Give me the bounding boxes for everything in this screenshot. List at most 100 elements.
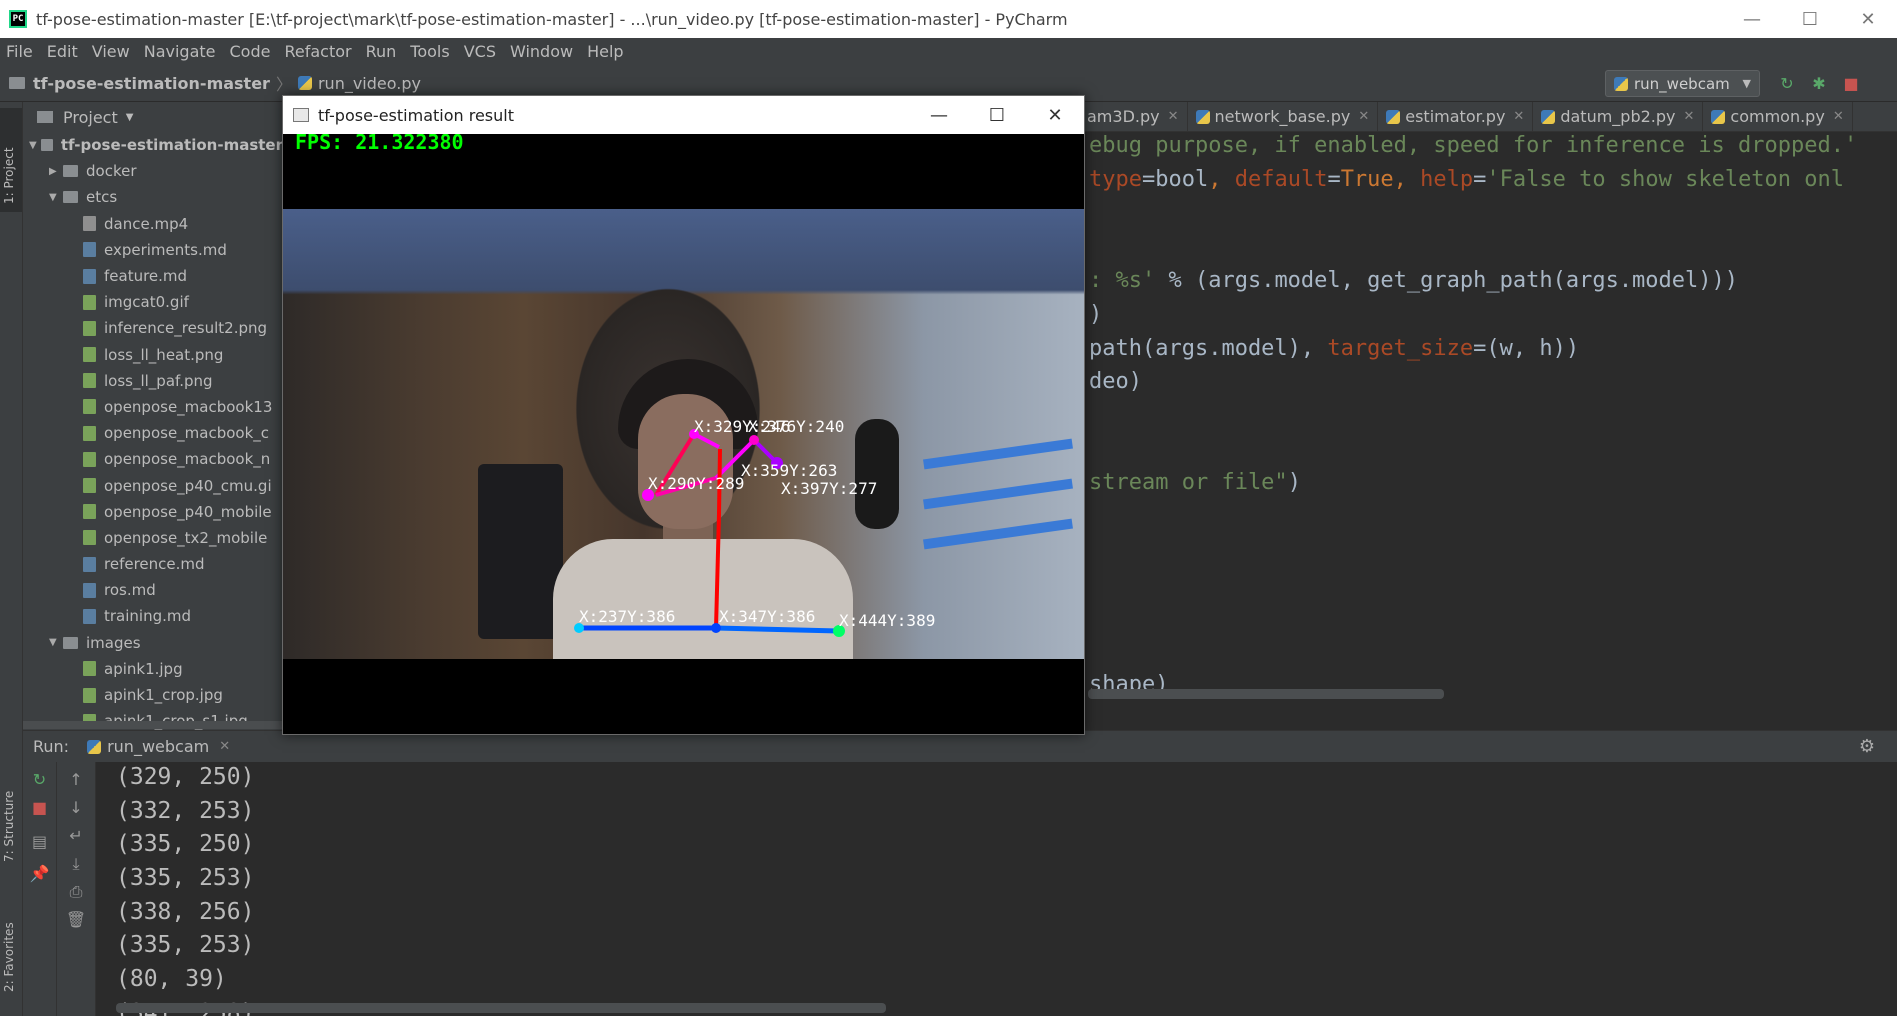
project-scrollbar[interactable] <box>23 721 283 729</box>
stop-icon[interactable]: ■ <box>23 798 56 817</box>
project-panel-header[interactable]: Project ▼ <box>23 102 283 132</box>
close-button[interactable]: ✕ <box>1026 96 1084 134</box>
tree-file[interactable]: dance.mp4 <box>23 211 283 237</box>
gear-icon[interactable]: ⚙ <box>1859 736 1875 757</box>
run-config-dropdown[interactable]: run_webcam ▼ <box>1605 70 1760 97</box>
stop-icon[interactable]: ■ <box>1841 73 1861 93</box>
tree-file[interactable]: openpose_p40_cmu.gi <box>23 472 283 498</box>
menu-window[interactable]: Window <box>510 42 573 61</box>
chevron-down-icon[interactable]: ▼ <box>49 192 63 203</box>
close-icon[interactable]: ✕ <box>1358 109 1369 124</box>
keypoint-label: X:347Y:386 <box>719 607 815 626</box>
tree-item-label: openpose_macbook13 <box>104 397 273 416</box>
window-icon <box>293 108 309 122</box>
tree-file[interactable]: experiments.md <box>23 237 283 263</box>
tab-project[interactable]: 1: Project <box>2 147 16 204</box>
markdown-file-icon <box>83 608 96 624</box>
tree-item-label: reference.md <box>104 555 205 574</box>
tab-common[interactable]: common.py ✕ <box>1703 101 1853 132</box>
chevron-right-icon[interactable]: ▶ <box>49 166 63 177</box>
close-icon[interactable]: ✕ <box>1833 109 1844 124</box>
close-icon[interactable]: ✕ <box>1513 109 1524 124</box>
arrow-up-icon[interactable]: ↑ <box>57 770 95 789</box>
tree-file[interactable]: openpose_macbook_n <box>23 446 283 472</box>
console-line: (329, 250) <box>116 764 255 790</box>
minimize-button[interactable]: — <box>1723 0 1781 38</box>
breadcrumb-file[interactable]: run_video.py <box>318 74 421 93</box>
markdown-file-icon <box>83 242 96 258</box>
run-tab[interactable]: run_webcam ✕ <box>87 737 230 756</box>
tree-file[interactable]: openpose_tx2_mobile <box>23 525 283 551</box>
tab-label: datum_pb2.py <box>1560 107 1676 126</box>
tree-folder[interactable]: ▼ etcs <box>23 184 283 210</box>
menu-edit[interactable]: Edit <box>47 42 78 61</box>
print-icon[interactable]: ⎙ <box>57 882 95 902</box>
maximize-button[interactable]: ☐ <box>968 96 1026 134</box>
tab-favorites[interactable]: 2: Favorites <box>2 922 16 992</box>
tree-file[interactable]: openpose_p40_mobile <box>23 499 283 525</box>
pycharm-icon: PC <box>9 10 27 28</box>
editor-scrollbar[interactable] <box>1088 689 1444 699</box>
image-file-icon <box>83 687 96 703</box>
tab-network-base[interactable]: network_base.py ✕ <box>1188 101 1379 132</box>
pin-icon[interactable]: 📌 <box>23 864 56 883</box>
close-icon[interactable]: ✕ <box>219 739 230 754</box>
tree-file[interactable]: openpose_macbook_c <box>23 420 283 446</box>
minimize-button[interactable]: — <box>910 96 968 134</box>
tree-file[interactable]: apink1.jpg <box>23 656 283 682</box>
tab-datum-pb2[interactable]: datum_pb2.py ✕ <box>1533 101 1704 132</box>
menu-code[interactable]: Code <box>230 42 271 61</box>
menu-navigate[interactable]: Navigate <box>144 42 216 61</box>
tree-file[interactable]: loss_ll_paf.png <box>23 368 283 394</box>
tree-file[interactable]: imgcat0.gif <box>23 289 283 315</box>
soft-wrap-icon[interactable]: ↵ <box>57 826 95 845</box>
scroll-to-end-icon[interactable]: ⤓ <box>57 854 95 874</box>
rerun-icon[interactable]: ↻ <box>1777 73 1797 93</box>
tree-file[interactable]: feature.md <box>23 263 283 289</box>
console-output[interactable]: (329, 250) (332, 253) (335, 250) (335, 2… <box>96 762 1897 1016</box>
tree-file[interactable]: loss_ll_heat.png <box>23 342 283 368</box>
tab-structure[interactable]: 7: Structure <box>2 791 16 862</box>
pose-window-titlebar[interactable]: tf-pose-estimation result — ☐ ✕ <box>283 96 1084 134</box>
rerun-icon[interactable]: ↻ <box>23 770 56 789</box>
menu-tools[interactable]: Tools <box>410 42 449 61</box>
code-editor[interactable]: ebug purpose, if enabled, speed for infe… <box>1083 133 1897 730</box>
menu-vcs[interactable]: VCS <box>464 42 496 61</box>
tree-item-label: openpose_p40_mobile <box>104 502 272 521</box>
tree-file[interactable]: apink1_crop.jpg <box>23 682 283 708</box>
keypoint <box>749 435 759 445</box>
tab-estimator[interactable]: estimator.py ✕ <box>1378 101 1534 132</box>
python-file-icon <box>1386 109 1401 124</box>
menu-help[interactable]: Help <box>587 42 623 61</box>
trash-icon[interactable]: 🗑 <box>57 910 95 929</box>
tab-am3d[interactable]: am3D.py ✕ <box>1083 101 1188 132</box>
chevron-down-icon[interactable]: ▼ <box>49 637 63 648</box>
markdown-file-icon <box>83 556 96 572</box>
menu-refactor[interactable]: Refactor <box>284 42 351 61</box>
run-tab-label: run_webcam <box>107 737 210 756</box>
project-panel-title: Project <box>63 107 118 127</box>
console-scrollbar[interactable] <box>116 1003 886 1013</box>
close-button[interactable]: ✕ <box>1839 0 1897 38</box>
debug-icon[interactable]: ✱ <box>1809 73 1829 93</box>
layout-icon[interactable]: ▤ <box>23 832 56 851</box>
menu-run[interactable]: Run <box>366 42 397 61</box>
tree-file[interactable]: openpose_macbook13 <box>23 394 283 420</box>
breadcrumb-project[interactable]: tf-pose-estimation-master <box>33 74 270 93</box>
tree-folder[interactable]: ▼ images <box>23 630 283 656</box>
tree-file[interactable]: training.md <box>23 603 283 629</box>
menu-view[interactable]: View <box>92 42 130 61</box>
menu-file[interactable]: File <box>6 42 33 61</box>
tree-item-label: experiments.md <box>104 240 227 259</box>
close-icon[interactable]: ✕ <box>1684 109 1695 124</box>
tree-folder[interactable]: ▼ tf-pose-estimation-master <box>23 132 283 158</box>
tree-file[interactable]: ros.md <box>23 577 283 603</box>
close-icon[interactable]: ✕ <box>1168 109 1179 124</box>
console-line: (332, 253) <box>116 798 255 824</box>
maximize-button[interactable]: ☐ <box>1781 0 1839 38</box>
chevron-down-icon[interactable]: ▼ <box>29 140 41 151</box>
tree-folder[interactable]: ▶ docker <box>23 158 283 184</box>
tree-file[interactable]: reference.md <box>23 551 283 577</box>
tree-file[interactable]: inference_result2.png <box>23 315 283 341</box>
arrow-down-icon[interactable]: ↓ <box>57 798 95 817</box>
